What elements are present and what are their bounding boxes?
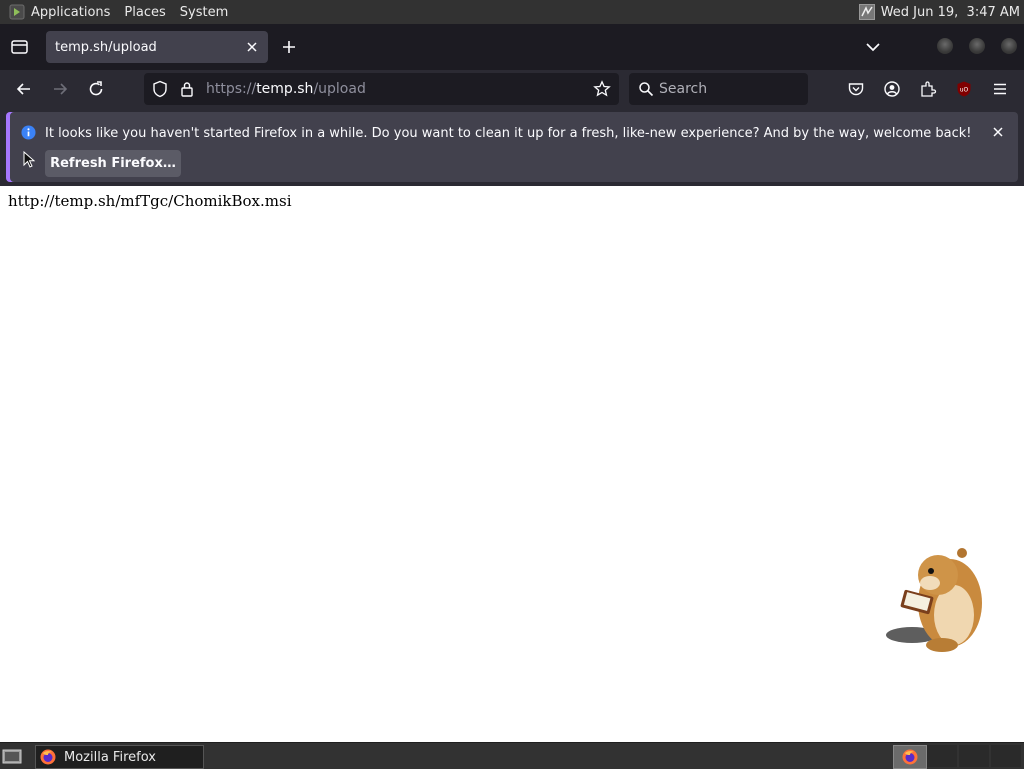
info-icon	[21, 125, 36, 140]
tab-strip: temp.sh/upload	[0, 24, 1024, 70]
close-window-button[interactable]	[1001, 38, 1017, 54]
lock-icon[interactable]	[180, 81, 194, 97]
plus-icon[interactable]	[280, 38, 298, 56]
firefox-icon	[40, 749, 56, 765]
pocket-icon[interactable]	[847, 80, 865, 98]
close-icon[interactable]	[992, 126, 1004, 138]
refresh-firefox-button[interactable]: Refresh Firefox…	[45, 150, 181, 177]
clock[interactable]: Wed Jun 19, 3:47 AM	[881, 5, 1020, 20]
nav-bar: https://temp.sh/upload Search uO	[0, 70, 1024, 108]
tab-list-icon[interactable]	[10, 38, 30, 56]
search-placeholder: Search	[659, 81, 708, 97]
svg-text:uO: uO	[960, 87, 969, 94]
panel-tray: Wed Jun 19, 3:47 AM	[858, 4, 1020, 20]
hamster-icon	[886, 548, 982, 652]
tab-active[interactable]: temp.sh/upload	[46, 31, 268, 63]
workspace-1[interactable]	[893, 745, 927, 769]
url-text[interactable]: https://temp.sh/upload	[206, 81, 366, 97]
places-menu[interactable]: Places	[124, 5, 165, 20]
workspace-2[interactable]	[927, 745, 957, 767]
network-icon[interactable]	[858, 4, 875, 20]
tab-title: temp.sh/upload	[55, 39, 157, 55]
workspace-4[interactable]	[991, 745, 1021, 767]
firefox-icon	[902, 749, 918, 765]
shield-icon[interactable]	[152, 80, 168, 98]
url-host: temp.sh	[256, 81, 314, 97]
page-content-text: http://temp.sh/mfTgc/ChomikBox.msi	[8, 192, 292, 210]
reload-icon[interactable]	[87, 80, 105, 98]
back-arrow-icon[interactable]	[15, 80, 33, 98]
bottom-taskbar: Mozilla Firefox	[0, 742, 1024, 769]
minimize-button[interactable]	[937, 38, 953, 54]
refresh-notification: It looks like you haven't started Firefo…	[6, 112, 1018, 182]
extensions-icon[interactable]	[919, 80, 937, 98]
ublock-icon[interactable]: uO	[955, 80, 973, 98]
url-path: /upload	[313, 81, 366, 97]
workspace-3[interactable]	[959, 745, 989, 767]
url-scheme: https://	[206, 81, 257, 97]
taskbar-firefox-button[interactable]: Mozilla Firefox	[35, 745, 204, 769]
system-menu[interactable]: System	[180, 5, 228, 20]
url-bar[interactable]: https://temp.sh/upload	[144, 73, 619, 105]
chevron-down-icon[interactable]	[864, 39, 882, 55]
applications-menu[interactable]: Applications	[31, 5, 110, 20]
search-icon	[639, 82, 654, 97]
system-top-panel: Applications Places System Wed Jun 19, 3…	[0, 0, 1024, 24]
taskbar-window-label: Mozilla Firefox	[64, 749, 156, 765]
star-icon[interactable]	[593, 80, 611, 98]
notification-message: It looks like you haven't started Firefo…	[45, 126, 972, 141]
distro-logo-icon[interactable]	[9, 4, 25, 20]
maximize-button[interactable]	[969, 38, 985, 54]
show-desktop-icon[interactable]	[2, 747, 22, 765]
mouse-cursor-icon	[23, 151, 35, 168]
close-icon[interactable]	[244, 39, 260, 55]
forward-arrow-icon[interactable]	[51, 80, 69, 98]
hamburger-menu-icon[interactable]	[991, 80, 1009, 98]
account-icon[interactable]	[883, 80, 901, 98]
search-bar[interactable]: Search	[629, 73, 808, 105]
